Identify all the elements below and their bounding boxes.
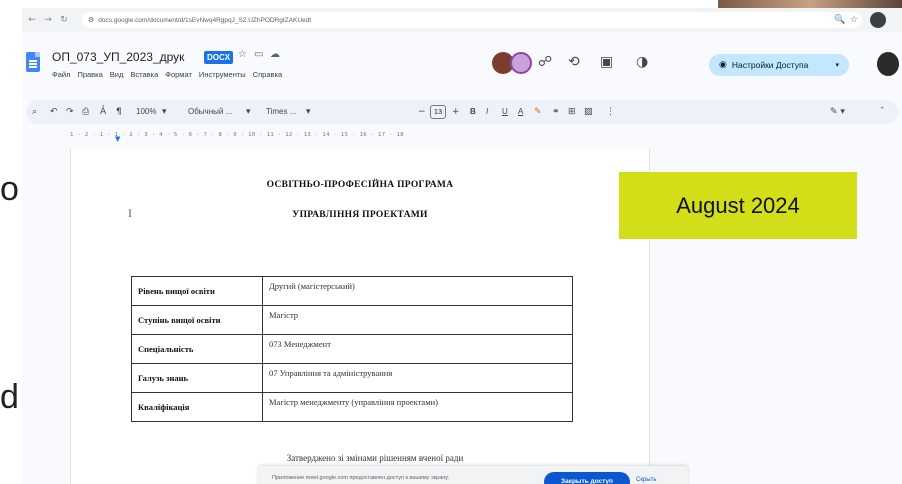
share-button-label: Настройки Доступа [731,60,809,70]
document-title[interactable]: ОП_073_УП_2023_друк [52,50,184,64]
browser-toolbar: ← → ↻ ⚙ docs.google.com/document/d/1sEvN… [22,8,902,32]
meet-icon[interactable]: ☍ [538,54,552,70]
site-info-icon[interactable]: ⚙ [88,16,94,24]
redo-icon[interactable]: ↷ [66,104,74,120]
table-value: Магістр менеджменту (управління проектам… [262,392,573,422]
chevron-down-icon[interactable]: ▾ [306,104,311,120]
comments-icon[interactable]: ▣ [600,54,613,70]
table-value: 07 Управління та адміністрування [262,363,573,393]
slide-text-fragment-top: o [0,170,19,208]
document-heading-program: ОСВІТНЬО-ПРОФЕСІЙНА ПРОГРАМА [266,180,454,190]
forward-icon[interactable]: → [42,15,54,25]
date-overlay-label: August 2024 [619,172,857,239]
zoom-select[interactable]: 100% [136,104,156,120]
menu-edit[interactable]: Правка [77,70,102,79]
chevron-down-icon[interactable]: ▾ [246,104,251,120]
document-heading-title: УПРАВЛІННЯ ПРОЕКТАМИ [292,210,428,220]
collapse-toolbar-icon[interactable]: ˆ [880,104,885,120]
text-cursor-icon: I [128,206,132,220]
formatting-toolbar: ⌕ ↶ ↷ ⎙ Ả ¶ 100% ▾ Обычный ... ▾ Times .… [26,100,898,124]
menu-bar: Файл Правка Вид Вставка Формат Инструмен… [52,70,282,79]
add-comment-icon[interactable]: ⊞ [568,104,576,120]
insert-image-icon[interactable]: ▨ [584,104,593,120]
menu-file[interactable]: Файл [52,70,70,79]
menu-tools[interactable]: Инструменты [199,70,246,79]
table-row: Галузь знань 07 Управління та адміністру… [131,363,573,393]
search-menus-icon[interactable]: ⌕ [32,104,37,120]
table-row: Кваліфікація Магістр менеджменту (управл… [131,392,573,422]
approval-note: Затверджено зі змінами рішенням вченої р… [286,453,464,463]
indent-marker-icon[interactable]: ▼ [115,135,120,143]
zoom-icon[interactable]: 🔍 [834,12,845,28]
table-key: Галузь знань [131,363,263,393]
paint-format-icon[interactable]: ¶ [116,104,122,120]
screenshot-frame: o d ← → ↻ ⚙ docs.google.com/document/d/1… [0,0,902,484]
menu-format[interactable]: Формат [165,70,192,79]
address-bar[interactable]: ⚙ docs.google.com/document/d/1sEvNwq4Rgp… [82,12,862,28]
bold-button[interactable]: B [470,104,476,120]
menu-insert[interactable]: Вставка [130,70,158,79]
highlight-icon[interactable]: ✎ [534,104,542,120]
google-docs-logo-icon[interactable] [26,52,40,72]
table-key: Спеціальність [131,334,263,364]
history-icon[interactable]: ⟲ [568,54,580,70]
table-value: 073 Менеджмент [262,334,573,364]
collaborator-avatar-2[interactable] [510,52,532,74]
table-value: Другий (магістерський) [262,276,573,306]
table-key: Ступінь вищої освіти [131,305,263,335]
back-icon[interactable]: ← [26,15,38,25]
table-key: Рівень вищої освіти [131,276,263,306]
docx-format-badge: DOCX [204,51,234,64]
shared-screen: ← → ↻ ⚙ docs.google.com/document/d/1sEvN… [22,8,902,484]
table-key: Кваліфікація [131,392,263,422]
slide-text-fragment-bottom: d [0,378,19,416]
table-row: Ступінь вищої освіти Магістр [131,305,573,335]
notification-text: Приложение meet.google.com предоставлен … [272,475,450,481]
browser-profile-icon[interactable] [870,12,886,28]
italic-button[interactable]: I [486,104,488,120]
undo-icon[interactable]: ↶ [50,104,58,120]
cloud-status-icon[interactable]: ☁ [270,49,280,60]
chevron-down-icon[interactable]: ▾ [162,104,167,120]
table-value: Магістр [262,305,573,335]
chevron-down-icon: ▾ [835,61,839,69]
font-size-input[interactable]: 13 [430,105,446,119]
font-select[interactable]: Times ... [266,104,296,120]
menu-help[interactable]: Справка [253,70,282,79]
url-text: docs.google.com/document/d/1sEvNwq4RgpqJ… [98,16,312,24]
print-icon[interactable]: ⎙ [82,104,89,120]
reload-icon[interactable]: ↻ [58,15,70,25]
ruler[interactable]: 1 · 2 · 1 · 1 · 2 · 3 · 4 · 5 · 6 · 7 · … [70,132,680,144]
video-call-icon[interactable]: ◑ [636,54,648,70]
more-options-icon[interactable]: ⋮ [606,104,615,120]
hide-notification-link[interactable]: Скрыть [636,477,656,483]
bookmark-star-icon[interactable]: ☆ [850,12,858,28]
underline-button[interactable]: U [502,104,508,120]
move-folder-icon[interactable]: ▭ [254,49,263,60]
menu-view[interactable]: Вид [110,70,124,79]
decrease-font-icon[interactable]: − [418,104,426,120]
text-color-button[interactable]: A [518,104,523,120]
editing-mode-icon[interactable]: ✎ ▾ [830,104,845,120]
table-row: Спеціальність 073 Менеджмент [131,334,573,364]
program-info-table: Рівень вищої освіти Другий (магістерськи… [131,276,573,422]
paragraph-style-select[interactable]: Обычный ... [188,104,232,120]
table-row: Рівень вищої освіти Другий (магістерськи… [131,276,573,306]
increase-font-icon[interactable]: + [452,104,460,120]
star-icon[interactable]: ☆ [238,49,247,60]
globe-icon: ◉ [719,60,727,70]
spellcheck-icon[interactable]: Ả [100,104,106,120]
user-avatar[interactable] [877,52,899,76]
stop-sharing-button[interactable]: Закрыть доступ [544,472,630,484]
link-icon[interactable]: ⚭ [552,104,560,120]
share-button[interactable]: ◉ Настройки Доступа ▾ [709,54,849,76]
